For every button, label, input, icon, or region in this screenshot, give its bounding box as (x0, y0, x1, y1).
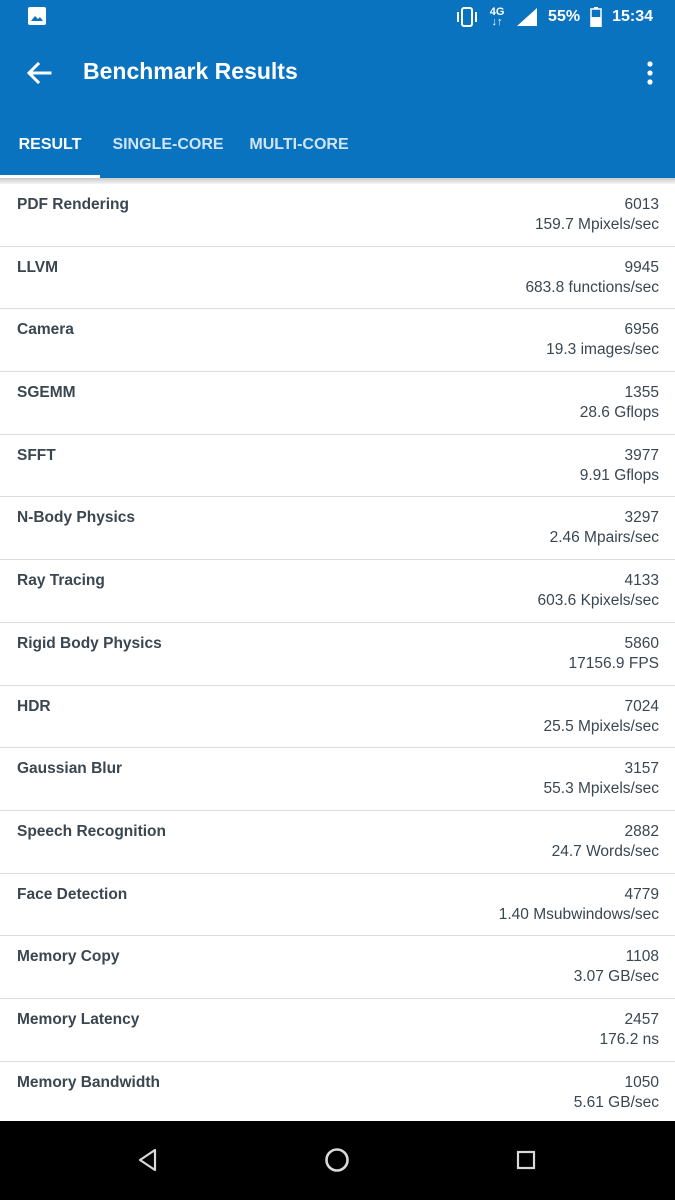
home-circle-icon[interactable] (322, 1145, 352, 1175)
result-row-n-body-physics[interactable]: N-Body Physics 3297 2.46 Mpairs/sec (0, 497, 675, 561)
result-name: Memory Bandwidth (17, 1073, 160, 1091)
result-rate: 17156.9 FPS (568, 654, 659, 672)
tab-single-core[interactable]: SINGLE-CORE (100, 112, 236, 178)
result-name: HDR (17, 697, 51, 715)
tab-result[interactable]: RESULT (0, 112, 100, 178)
result-name: Camera (17, 321, 74, 339)
page-title: Benchmark Results (83, 58, 298, 84)
result-name: Face Detection (17, 885, 128, 903)
tab-multi-core[interactable]: MULTI-CORE (236, 112, 362, 178)
result-row-pdf-rendering[interactable]: PDF Rendering 6013 159.7 Mpixels/sec (0, 184, 675, 247)
result-row-ray-tracing[interactable]: Ray Tracing 4133 603.6 Kpixels/sec (0, 560, 675, 623)
app-toolbar: Benchmark Results (0, 34, 675, 112)
result-row-hdr[interactable]: HDR 7024 25.5 Mpixels/sec (0, 685, 675, 749)
result-score: 3297 (624, 509, 659, 527)
result-rate: 1.40 Msubwindows/sec (498, 905, 659, 923)
result-name: SGEMM (17, 384, 76, 402)
result-row-camera[interactable]: Camera 6956 19.3 images/sec (0, 309, 675, 373)
battery-percentage: 55% (548, 8, 581, 25)
result-row-memory-copy[interactable]: Memory Copy 1108 3.07 GB/sec (0, 936, 675, 999)
result-rate: 2.46 Mpairs/sec (549, 529, 659, 547)
result-row-face-detection[interactable]: Face Detection 4779 1.40 Msubwindows/sec (0, 873, 675, 937)
system-nav-bar (0, 1121, 675, 1200)
result-row-llvm[interactable]: LLVM 9945 683.8 functions/sec (0, 246, 675, 310)
result-score: 9945 (624, 258, 659, 276)
back-triangle-icon[interactable] (133, 1145, 163, 1175)
battery-icon (590, 7, 602, 27)
result-name: PDF Rendering (17, 196, 129, 213)
clock: 15:34 (612, 8, 653, 25)
result-rate: 3.07 GB/sec (573, 968, 659, 986)
recents-square-icon[interactable] (511, 1145, 541, 1175)
back-arrow-icon[interactable] (24, 58, 54, 88)
result-name: Ray Tracing (17, 572, 105, 590)
result-row-sgemm[interactable]: SGEMM 1355 28.6 Gflops (0, 372, 675, 435)
result-row-gaussian-blur[interactable]: Gaussian Blur 3157 55.3 Mpixels/sec (0, 748, 675, 811)
result-rate: 19.3 images/sec (546, 341, 659, 359)
result-score: 7024 (624, 697, 659, 715)
results-list[interactable]: PDF Rendering 6013 159.7 Mpixels/sec LLV… (0, 184, 675, 1125)
result-score: 4779 (624, 885, 659, 903)
result-rate: 603.6 Kpixels/sec (537, 592, 660, 610)
result-score: 2457 (624, 1010, 659, 1028)
result-name: N-Body Physics (17, 509, 136, 527)
result-name: SFFT (17, 446, 56, 464)
result-name: Rigid Body Physics (17, 634, 162, 652)
network-indicator: 4G ↓↑ (488, 7, 506, 28)
result-name: LLVM (17, 258, 59, 276)
result-name: Memory Copy (17, 948, 120, 966)
vibrate-icon (457, 7, 478, 27)
result-name: Memory Latency (17, 1010, 140, 1028)
result-rate: 55.3 Mpixels/sec (543, 780, 659, 798)
status-bar: 4G ↓↑ 55% 15:34 (0, 0, 675, 34)
result-score: 2882 (624, 822, 659, 840)
result-score: 6956 (624, 321, 659, 339)
result-score: 1050 (624, 1073, 659, 1091)
result-row-rigid-body-physics[interactable]: Rigid Body Physics 5860 17156.9 FPS (0, 622, 675, 686)
result-rate: 5.61 GB/sec (573, 1093, 659, 1111)
result-name: Gaussian Blur (17, 760, 123, 778)
result-score: 5860 (624, 634, 659, 652)
tab-bar: RESULT SINGLE-CORE MULTI-CORE (0, 112, 675, 178)
result-score: 3157 (624, 760, 659, 778)
result-score: 3977 (624, 446, 659, 464)
data-arrows-icon: ↓↑ (491, 16, 503, 28)
result-rate: 159.7 Mpixels/sec (534, 216, 659, 233)
result-rate: 24.7 Words/sec (551, 842, 659, 860)
result-rate: 25.5 Mpixels/sec (543, 717, 659, 735)
result-score: 1108 (625, 948, 659, 966)
more-vert-icon[interactable] (643, 58, 657, 88)
result-rate: 28.6 Gflops (579, 404, 659, 422)
result-row-speech-recognition[interactable]: Speech Recognition 2882 24.7 Words/sec (0, 810, 675, 874)
result-score: 4133 (624, 572, 659, 590)
result-rate: 683.8 functions/sec (525, 278, 659, 296)
result-row-sfft[interactable]: SFFT 3977 9.91 Gflops (0, 434, 675, 498)
signal-icon (517, 8, 538, 26)
result-score: 1355 (624, 384, 659, 402)
result-rate: 9.91 Gflops (579, 466, 659, 484)
image-icon (28, 7, 46, 25)
result-row-memory-bandwidth[interactable]: Memory Bandwidth 1050 5.61 GB/sec (0, 1061, 675, 1125)
result-score: 6013 (624, 196, 659, 213)
result-rate: 176.2 ns (599, 1030, 659, 1048)
result-name: Speech Recognition (17, 822, 166, 840)
result-row-memory-latency[interactable]: Memory Latency 2457 176.2 ns (0, 998, 675, 1062)
